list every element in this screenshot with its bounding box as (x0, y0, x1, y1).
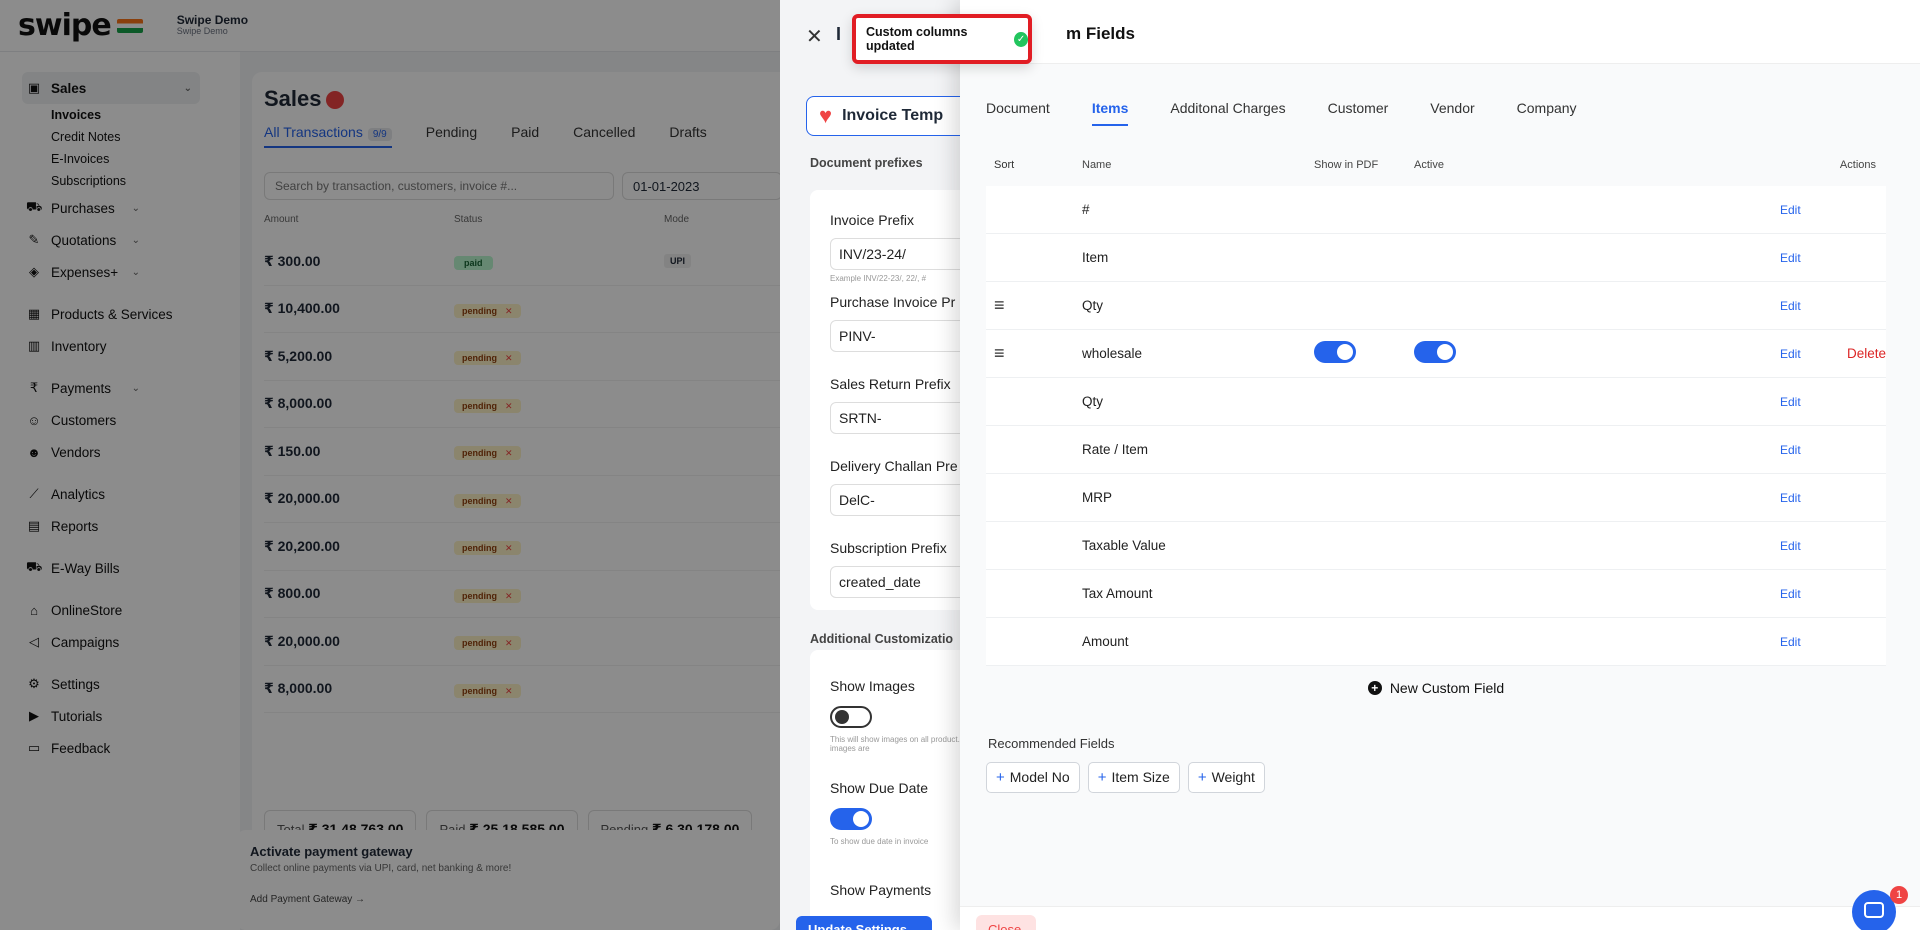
recommended-fields: + Model No + Item Size + Weight (986, 762, 1265, 793)
field-name: Tax Amount (1082, 586, 1153, 601)
edit-button[interactable]: Edit (1780, 587, 1836, 601)
field-name: Qty (1082, 298, 1104, 313)
panel-title: m Fields (1066, 24, 1135, 43)
plus-icon: + (1097, 769, 1107, 786)
panel-footer: Close (960, 906, 1920, 930)
new-custom-field-button[interactable]: + New Custom Field (986, 666, 1886, 710)
field-name: Qty (1082, 394, 1104, 409)
add-weight-button[interactable]: + Weight (1187, 762, 1265, 793)
show-due-group: Show Due Date To show due date in invoic… (830, 780, 929, 846)
toast-message: Custom columns updated (866, 25, 968, 53)
panel-body: Document Items Additonal Charges Customer Ve… (960, 64, 1920, 906)
heart-icon: ♥ (819, 103, 833, 128)
field-name: Amount (1082, 634, 1129, 649)
tab-company[interactable]: Company (1517, 100, 1577, 126)
panel-header: m Fields (960, 0, 1920, 64)
field-row: Amount Edit (986, 618, 1886, 666)
field-name: MRP (1082, 490, 1112, 505)
add-item-size-button[interactable]: + Item Size (1087, 762, 1180, 793)
fields-rows: # Edit Item Edit ≡ Qty Edit ≡ wholesale Edit Delet… (986, 186, 1886, 666)
field-row: Taxable Value Edit (986, 522, 1886, 570)
field-tabs: Document Items Additonal Charges Customer Ve… (986, 100, 1619, 126)
edit-button[interactable]: Edit (1780, 443, 1836, 457)
active-toggle[interactable] (1414, 341, 1456, 363)
close-icon[interactable]: ✕ (806, 24, 823, 49)
check-icon: ✓ (1014, 31, 1028, 47)
toggle-knob (1337, 344, 1353, 360)
plus-circle-icon: + (1367, 681, 1382, 695)
show-payments-group: Show Payments (830, 882, 932, 898)
field-row: Rate / Item Edit (986, 426, 1886, 474)
field-name: Taxable Value (1082, 538, 1166, 553)
field-row: MRP Edit (986, 474, 1886, 522)
tab-document[interactable]: Document (986, 100, 1050, 126)
field-row: Qty Edit (986, 378, 1886, 426)
field-row: ≡ wholesale Edit Delete (986, 330, 1886, 378)
drag-handle-icon[interactable]: ≡ (986, 295, 1082, 316)
field-name: # (1082, 202, 1090, 217)
edit-button[interactable]: Edit (1780, 539, 1836, 553)
field-row: ≡ Qty Edit (986, 282, 1886, 330)
recommended-label: Weight (1211, 769, 1255, 785)
tab-items[interactable]: Items (1091, 100, 1129, 126)
field-name: wholesale (1082, 346, 1143, 361)
field-name: Item (1082, 250, 1109, 265)
drag-handle-icon[interactable]: ≡ (986, 343, 1082, 364)
show-due-toggle[interactable] (830, 808, 872, 830)
tab-customer[interactable]: Customer (1328, 100, 1389, 126)
recommended-label: Model No (1009, 769, 1070, 785)
add-model-no-button[interactable]: + Model No (986, 762, 1080, 793)
toggle-knob (1437, 344, 1453, 360)
chat-badge: 1 (1890, 886, 1908, 904)
edit-button[interactable]: Edit (1780, 491, 1836, 505)
close-button[interactable]: Close (976, 915, 1036, 930)
tab-additonal-charges[interactable]: Additonal Charges (1170, 100, 1285, 126)
custom-fields-panel: m Fields Document Items Additonal Charges C… (960, 0, 1920, 930)
active-cell (1414, 341, 1780, 366)
delete-button[interactable]: Delete (1836, 346, 1886, 361)
recommended-label: Recommended Fields (988, 736, 1115, 751)
settings-title: I (836, 24, 842, 44)
edit-button[interactable]: Edit (1780, 395, 1836, 409)
edit-button[interactable]: Edit (1780, 251, 1836, 265)
plus-icon: + (1197, 769, 1207, 786)
edit-button[interactable]: Edit (1780, 299, 1836, 313)
plus-icon: + (996, 769, 1005, 786)
show-images-toggle[interactable] (830, 706, 872, 728)
show-in-pdf-toggle[interactable] (1314, 341, 1356, 363)
chat-icon (1864, 902, 1884, 918)
field-name: Rate / Item (1082, 442, 1149, 457)
edit-button[interactable]: Edit (1780, 203, 1836, 217)
update-settings-button[interactable]: Update Settings (796, 916, 932, 930)
edit-button[interactable]: Edit (1780, 347, 1836, 361)
fields-table: Sort Name Show in PDF Active Actions # Ed… (986, 144, 1886, 710)
fields-table-header: Sort Name Show in PDF Active Actions (986, 144, 1886, 186)
field-row: Tax Amount Edit (986, 570, 1886, 618)
toast-notification: Custom columns updated ✓ (852, 14, 1032, 64)
prefixes-label: Document prefixes (810, 156, 923, 170)
recommended-label: Item Size (1111, 769, 1170, 785)
tab-vendor[interactable]: Vendor (1430, 100, 1474, 126)
field-row: Item Edit (986, 234, 1886, 282)
field-row: # Edit (986, 186, 1886, 234)
additional-label: Additional Customizatio (810, 632, 954, 646)
show-in-pdf-cell (1314, 341, 1414, 366)
edit-button[interactable]: Edit (1780, 635, 1836, 649)
